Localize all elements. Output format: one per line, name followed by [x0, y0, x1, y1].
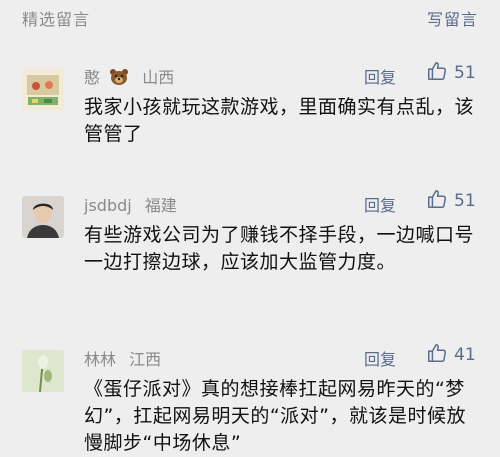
reply-button[interactable]: 回复: [364, 192, 396, 216]
reply-button[interactable]: 回复: [364, 346, 396, 370]
reply-button[interactable]: 回复: [364, 64, 396, 88]
comment-text: 有些游戏公司为了赚钱不择手段，一边喊口号一边打擦边球，应该加大监管力度。: [84, 224, 475, 273]
like-button[interactable]: 41: [426, 342, 476, 368]
username[interactable]: 林林: [84, 350, 116, 369]
like-button[interactable]: 51: [426, 188, 476, 214]
avatar[interactable]: [22, 196, 64, 238]
avatar[interactable]: [22, 68, 64, 110]
write-comment-button[interactable]: 写留言: [427, 6, 478, 30]
thumbs-up-icon: [426, 60, 448, 86]
like-count: 51: [454, 63, 476, 83]
comment-text: 我家小孩就玩这款游戏，里面确实有点乱，该管管了: [84, 96, 475, 145]
like-count: 41: [454, 345, 476, 365]
like-count: 51: [454, 191, 476, 211]
thumbs-up-icon: [426, 188, 448, 214]
section-title: 精选留言: [22, 10, 91, 29]
like-button[interactable]: 51: [426, 60, 476, 86]
user-location: 山西: [142, 68, 175, 87]
username[interactable]: jsdbdj: [84, 196, 132, 215]
comment-text: 《蛋仔派对》真的想接棒扛起网易昨天的“梦幻”，扛起网易明天的“派对”，就该是时候…: [84, 378, 467, 454]
thumbs-up-icon: [426, 342, 448, 368]
comments-header: 精选留言 写留言: [0, 0, 500, 38]
username[interactable]: 憨: [84, 68, 100, 87]
user-location: 福建: [144, 196, 177, 215]
bear-emoji-icon: [109, 68, 129, 90]
avatar[interactable]: [22, 350, 64, 392]
user-location: 江西: [129, 350, 162, 369]
